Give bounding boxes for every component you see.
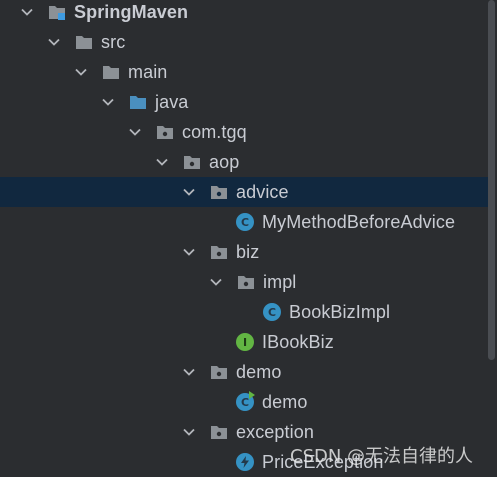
tree-node-java[interactable]: java [0,87,490,117]
tree-node-src[interactable]: src [0,27,490,57]
tree-node-label: main [128,61,168,82]
package-icon [210,183,228,201]
class-icon: C [236,213,254,231]
chevron-down-icon[interactable] [74,65,88,79]
tree-node-advice[interactable]: advice [0,177,490,207]
chevron-down-icon[interactable] [182,185,196,199]
chevron-down-icon[interactable] [182,365,196,379]
tree-node-label: java [155,91,189,112]
package-icon [237,273,255,291]
package-icon [156,123,174,141]
tree-node-label: exception [236,421,314,442]
package-icon [183,153,201,171]
tree-node-label: advice [236,181,289,202]
interface-icon: I [236,333,254,351]
tree-node-label: impl [263,271,297,292]
tree-node-label: SpringMaven [74,1,189,22]
tree-node-label: biz [236,241,260,262]
folder-icon [102,63,120,81]
exception-class-icon [236,453,254,471]
watermark-text: CSDN @无法自律的人 [290,446,474,467]
chevron-down-icon[interactable] [47,35,61,49]
tree-node-label: src [101,31,126,52]
tree-node-main[interactable]: main [0,57,490,87]
tree-node-bookbizimpl[interactable]: C BookBizImpl [0,297,490,327]
chevron-down-icon[interactable] [155,155,169,169]
tree-node-mymethodbeforeadvice[interactable]: C MyMethodBeforeAdvice [0,207,490,237]
class-icon: C [263,303,281,321]
tree-node-impl[interactable]: impl [0,267,490,297]
tree-node-label: BookBizImpl [289,301,391,322]
tree-node-springmaven[interactable]: SpringMaven [0,0,490,27]
main-class-icon: C [236,391,255,411]
module-folder-icon [48,3,66,21]
tree-node-com-tgq[interactable]: com.tgq [0,117,490,147]
tree-node-label: MyMethodBeforeAdvice [262,211,456,232]
tree-node-label: com.tgq [182,121,247,142]
package-icon [210,363,228,381]
vertical-scrollbar[interactable] [488,0,495,360]
chevron-down-icon[interactable] [128,125,142,139]
tree-node-label: aop [209,151,240,172]
tree-node-biz[interactable]: biz [0,237,490,267]
tree-node-label: IBookBiz [262,331,334,352]
source-folder-icon [129,93,147,111]
tree-node-demo-class[interactable]: C demo [0,387,490,417]
chevron-down-icon[interactable] [101,95,115,109]
tree-node-ibookbiz[interactable]: I IBookBiz [0,327,490,357]
tree-node-label: demo [236,361,282,382]
package-icon [210,423,228,441]
chevron-down-icon[interactable] [182,245,196,259]
run-marker-icon [249,391,255,399]
package-icon [210,243,228,261]
chevron-down-icon[interactable] [20,5,34,19]
chevron-down-icon[interactable] [182,425,196,439]
chevron-down-icon[interactable] [209,275,223,289]
folder-icon [75,33,93,51]
tree-node-aop[interactable]: aop [0,147,490,177]
project-tree: SpringMaven src main java com.tgq aop ad… [0,0,497,475]
tree-node-label: demo [262,391,308,412]
tree-node-demo-package[interactable]: demo [0,357,490,387]
